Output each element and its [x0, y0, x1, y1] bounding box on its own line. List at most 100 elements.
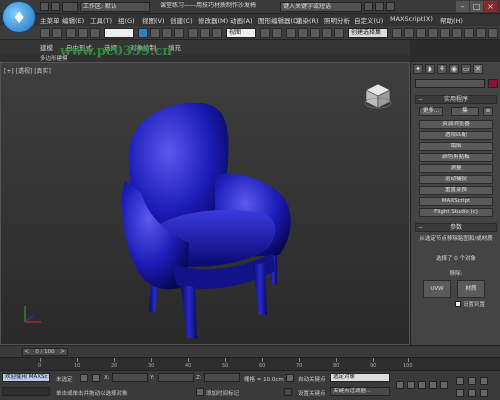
- named-selection-set[interactable]: 创建选择集: [348, 28, 388, 38]
- selected-object-dropdown[interactable]: 选定对象: [330, 373, 390, 382]
- go-end-icon[interactable]: [440, 381, 448, 389]
- pan-icon[interactable]: [480, 377, 488, 385]
- time-slider-bar[interactable]: 0 / 100 < >: [0, 345, 500, 357]
- motion-tab-icon[interactable]: ◉: [449, 64, 459, 74]
- perspective-viewport[interactable]: [+] [透视] [真实]: [0, 62, 410, 345]
- close-button[interactable]: ×: [484, 1, 497, 12]
- maximize-button[interactable]: □: [470, 1, 483, 12]
- redo-icon[interactable]: [52, 28, 62, 38]
- reference-coord-select[interactable]: 视图: [226, 28, 256, 38]
- auto-key-label[interactable]: 自动关键点: [298, 375, 326, 383]
- utility-flight-studio[interactable]: Flight Studio (c): [419, 208, 493, 217]
- move-icon[interactable]: [188, 28, 198, 38]
- set-default-checkbox[interactable]: [455, 301, 461, 307]
- utility-asset-browser[interactable]: 资源浏览器: [419, 120, 493, 129]
- angle-snap-icon[interactable]: [298, 28, 308, 38]
- graphite-icon[interactable]: [428, 28, 438, 38]
- ribbon-tab-modeling[interactable]: 建模: [40, 42, 53, 52]
- armchair-model[interactable]: [111, 93, 301, 343]
- create-tab-icon[interactable]: ✦: [413, 64, 423, 74]
- utility-reset-xform[interactable]: 重置变换: [419, 186, 493, 195]
- utility-color-clipboard[interactable]: 颜色剪贴板: [419, 153, 493, 162]
- utility-perspective-match[interactable]: 透视匹配: [419, 131, 493, 140]
- viewcube-icon[interactable]: [363, 81, 393, 111]
- schematic-icon[interactable]: [452, 28, 462, 38]
- menu-edit[interactable]: 编辑(E): [62, 15, 84, 25]
- more-button[interactable]: 更多...: [419, 107, 443, 116]
- lock-selection-icon[interactable]: [80, 374, 88, 382]
- maxscript-listener-line2[interactable]: [2, 387, 50, 396]
- utilities-rollout-header[interactable]: − 实用程序: [415, 95, 497, 104]
- modify-tab-icon[interactable]: ◗: [425, 64, 435, 74]
- selection-filter[interactable]: [104, 28, 134, 38]
- set-key-icon[interactable]: [284, 388, 292, 396]
- edit-named-sets-icon[interactable]: [334, 28, 344, 38]
- fov-icon[interactable]: [456, 389, 464, 397]
- curve-editor-icon[interactable]: [440, 28, 450, 38]
- remove-material-button[interactable]: 材质: [457, 280, 485, 298]
- menu-animation[interactable]: 动画(A): [230, 15, 253, 25]
- utility-maxscript[interactable]: MAXScript: [419, 197, 493, 206]
- x-coord-field[interactable]: [112, 373, 148, 382]
- orbit-icon[interactable]: [468, 377, 476, 385]
- menu-modifiers[interactable]: 修改器(M): [198, 15, 228, 25]
- utility-measure[interactable]: 测量: [419, 164, 493, 173]
- key-filters-button[interactable]: 关键点过滤器...: [330, 387, 390, 396]
- layer-icon[interactable]: [416, 28, 426, 38]
- search-icon[interactable]: [364, 2, 373, 11]
- redo-button[interactable]: [51, 2, 60, 11]
- window-crossing-icon[interactable]: [174, 28, 184, 38]
- search-input[interactable]: 键入关键字或短语: [280, 2, 362, 12]
- percent-snap-icon[interactable]: [310, 28, 320, 38]
- menu-customize[interactable]: 自定义(U): [354, 15, 383, 25]
- scale-icon[interactable]: [212, 28, 222, 38]
- minimize-button[interactable]: –: [456, 1, 469, 12]
- unlink-icon[interactable]: [78, 28, 88, 38]
- undo-icon[interactable]: [40, 28, 50, 38]
- utilities-tab-icon[interactable]: ✕: [473, 64, 483, 74]
- workspace-select[interactable]: 工作区: 默认: [80, 2, 150, 12]
- y-coord-field[interactable]: [158, 373, 194, 382]
- maxscript-listener[interactable]: 欢迎使用 MAXSc: [2, 373, 50, 382]
- maximize-viewport-icon[interactable]: [480, 389, 488, 397]
- hierarchy-tab-icon[interactable]: ⚘: [437, 64, 447, 74]
- help-icon[interactable]: [386, 2, 395, 11]
- prev-key-icon[interactable]: [407, 381, 415, 389]
- object-name-field[interactable]: [415, 79, 485, 88]
- z-coord-field[interactable]: [204, 373, 240, 382]
- render-setup-icon[interactable]: [476, 28, 486, 38]
- align-icon[interactable]: [404, 28, 414, 38]
- rect-selection-icon[interactable]: [162, 28, 172, 38]
- time-tag-icon[interactable]: [196, 388, 204, 396]
- menu-rendering[interactable]: 渲染(R): [296, 15, 319, 25]
- utility-motion-capture[interactable]: 运动捕捉: [419, 175, 493, 184]
- absolute-mode-icon[interactable]: [92, 374, 100, 382]
- play-icon[interactable]: [418, 381, 426, 389]
- mirror-icon[interactable]: [392, 28, 402, 38]
- key-icon[interactable]: [286, 374, 294, 382]
- menu-graph-editors[interactable]: 图形编辑器(D): [258, 15, 301, 25]
- remove-uvw-button[interactable]: UVW: [423, 280, 451, 298]
- menu-create[interactable]: 创建(C): [170, 15, 193, 25]
- snap-icon[interactable]: [286, 28, 296, 38]
- material-editor-icon[interactable]: [464, 28, 474, 38]
- sets-button[interactable]: 集: [451, 107, 479, 116]
- set-key-label[interactable]: 设置关键点: [298, 389, 326, 397]
- viewport-label[interactable]: [+] [透视] [真实]: [4, 66, 51, 75]
- zoom-extents-icon[interactable]: [468, 389, 476, 397]
- manipulate-icon[interactable]: [272, 28, 282, 38]
- menu-main[interactable]: 主菜单: [40, 15, 60, 25]
- select-object-icon[interactable]: [138, 28, 148, 38]
- spinner-snap-icon[interactable]: [322, 28, 332, 38]
- menu-help[interactable]: 帮助(H): [440, 15, 463, 25]
- next-key-icon[interactable]: [429, 381, 437, 389]
- menu-lighting[interactable]: 照明分析: [324, 15, 350, 25]
- star-icon[interactable]: [375, 2, 384, 11]
- render-icon[interactable]: [488, 28, 498, 38]
- select-by-name-icon[interactable]: [150, 28, 160, 38]
- go-start-icon[interactable]: [396, 381, 404, 389]
- object-color-swatch[interactable]: [488, 79, 498, 88]
- menu-maxscript[interactable]: MAXScript(X): [390, 15, 433, 23]
- display-tab-icon[interactable]: ▭: [461, 64, 471, 74]
- bind-space-warp-icon[interactable]: [90, 28, 100, 38]
